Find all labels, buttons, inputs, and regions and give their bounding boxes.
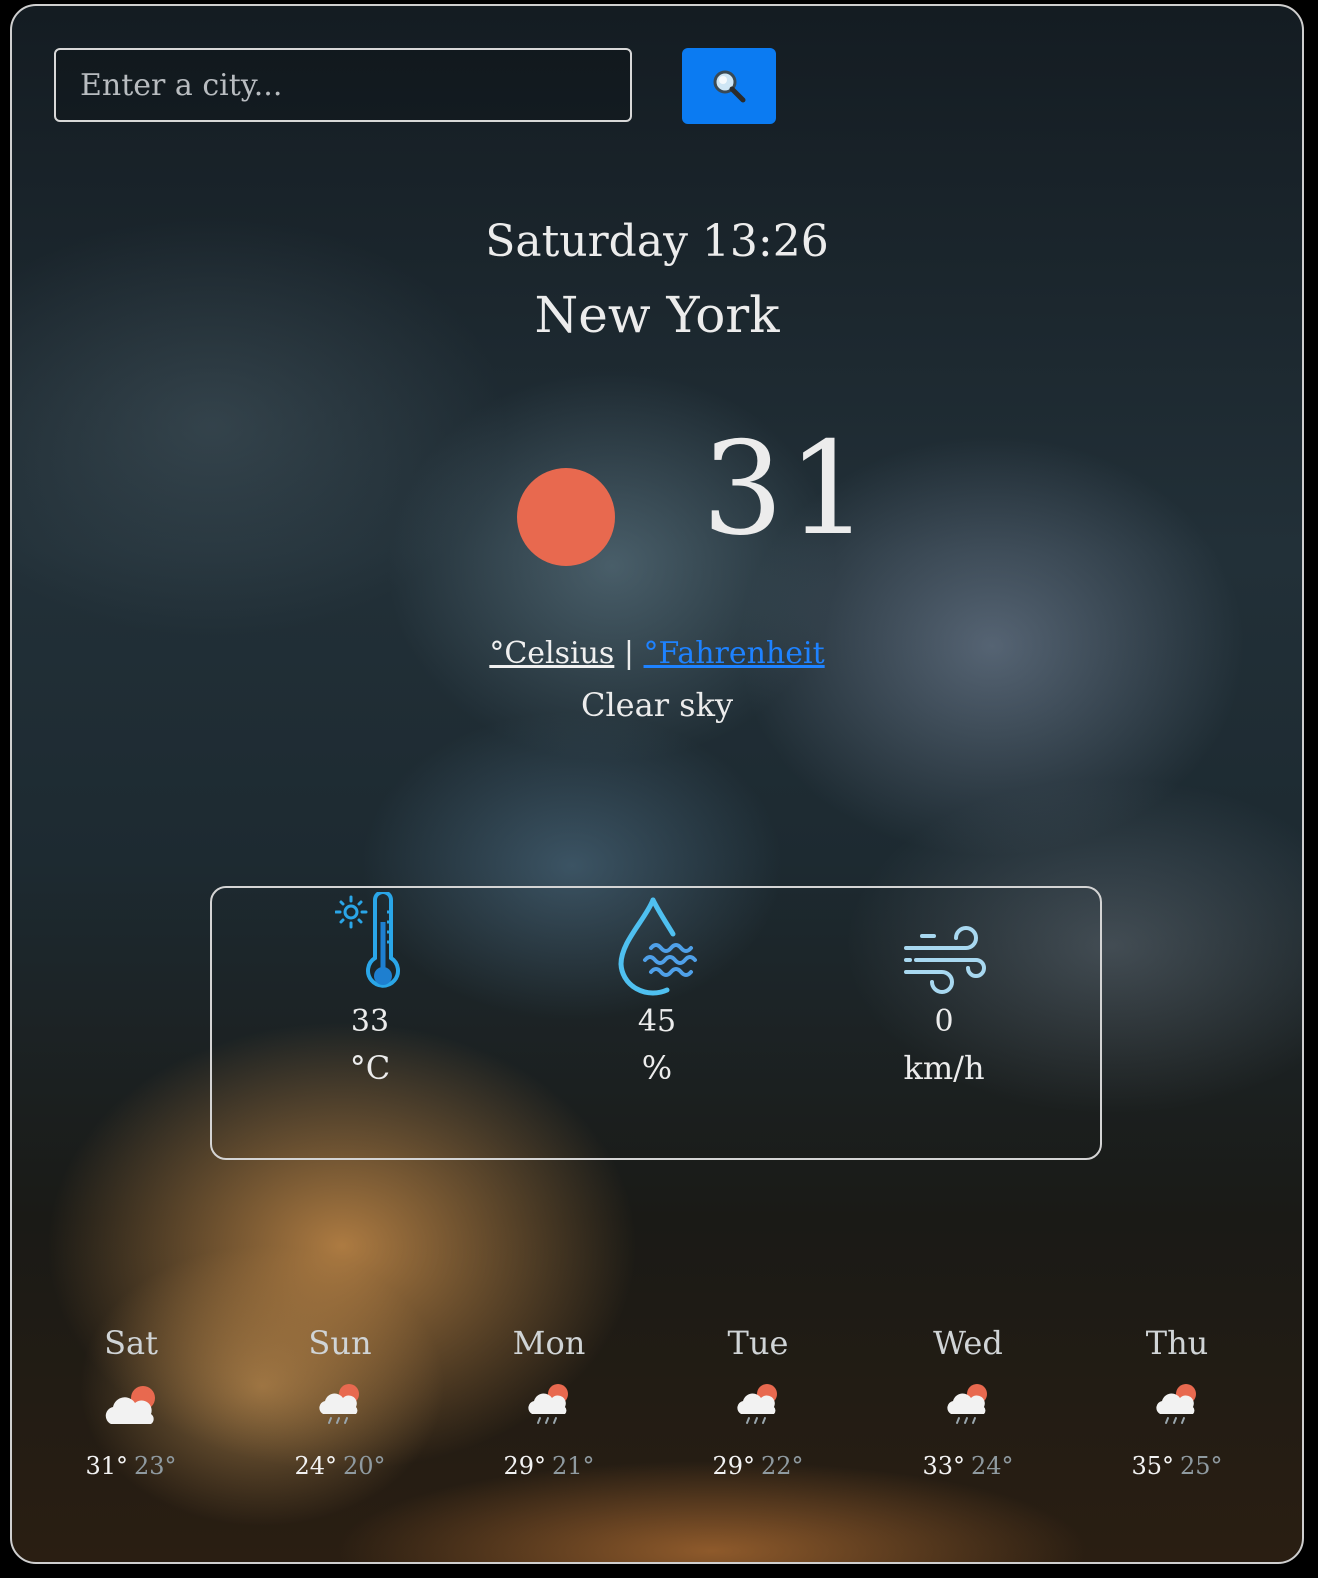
cloud-sun-rain-icon xyxy=(319,1384,359,1424)
forecast-min-temp: 23° xyxy=(134,1452,177,1480)
forecast-day: Mon 29° 21° xyxy=(479,1324,619,1480)
weather-app: Saturday 13:26 New York 31 °Celsius | °F… xyxy=(10,4,1304,1564)
forecast-day: Sat 31° 23° xyxy=(61,1324,201,1480)
unit-switcher: °Celsius | °Fahrenheit xyxy=(12,636,1302,671)
forecast-min-temp: 22° xyxy=(761,1452,804,1480)
forecast-day-name: Thu xyxy=(1145,1324,1209,1362)
forecast-day-name: Tue xyxy=(727,1324,789,1362)
cloud-sun-icon xyxy=(105,1386,155,1424)
cloud-sun-rain-icon xyxy=(737,1384,777,1424)
current-temperature: 31 xyxy=(702,415,873,564)
forecast-max-temp: 29° xyxy=(712,1452,755,1480)
forecast-day: Wed 33° 24° xyxy=(898,1324,1038,1480)
forecast-day-name: Sat xyxy=(104,1324,158,1362)
forecast-max-temp: 35° xyxy=(1131,1452,1174,1480)
forecast-min-temp: 25° xyxy=(1180,1452,1223,1480)
forecast-max-temp: 31° xyxy=(85,1452,128,1480)
feels-like-unit: °C xyxy=(349,1049,391,1087)
cloud-sun-rain-icon xyxy=(1156,1384,1196,1424)
forecast-max-temp: 24° xyxy=(294,1452,337,1480)
wind-detail: 0 km/h xyxy=(844,888,1044,1087)
sun-icon xyxy=(517,468,615,566)
search-button[interactable] xyxy=(682,48,776,124)
wind-icon xyxy=(904,926,986,994)
forecast-day-name: Mon xyxy=(512,1324,586,1362)
wind-value: 0 xyxy=(934,1004,954,1039)
wind-unit: km/h xyxy=(903,1049,985,1087)
feels-like-detail: 33 °C xyxy=(270,888,470,1087)
forecast-min-temp: 24° xyxy=(971,1452,1014,1480)
unit-separator: | xyxy=(623,636,634,671)
humidity-detail: 45 % xyxy=(557,888,757,1087)
humidity-unit: % xyxy=(641,1049,673,1087)
forecast-min-temp: 20° xyxy=(343,1452,386,1480)
forecast-day-name: Sun xyxy=(308,1324,372,1362)
weather-description: Clear sky xyxy=(580,686,734,724)
feels-like-value: 33 xyxy=(350,1004,390,1039)
forecast-min-temp: 21° xyxy=(552,1452,595,1480)
humidity-value: 45 xyxy=(637,1004,677,1039)
thermometer-sun-icon xyxy=(335,892,400,988)
forecast-day: Sun 24° 20° xyxy=(270,1324,410,1480)
forecast-max-temp: 33° xyxy=(922,1452,965,1480)
magnifier-icon xyxy=(713,70,746,103)
city-search-input[interactable] xyxy=(54,48,632,122)
humidity-drop-icon xyxy=(618,897,697,996)
celsius-link[interactable]: °Celsius xyxy=(489,636,614,671)
city-name: New York xyxy=(534,286,780,344)
forecast-max-temp: 29° xyxy=(503,1452,546,1480)
current-datetime: Saturday 13:26 xyxy=(485,216,829,267)
forecast-day: Tue 29° 22° xyxy=(688,1324,828,1480)
weather-details-panel: 33 °C 45 % 0 km/h xyxy=(210,886,1102,1160)
forecast-day: Thu 35° 25° xyxy=(1107,1324,1247,1480)
fahrenheit-link[interactable]: °Fahrenheit xyxy=(644,636,825,671)
cloud-sun-rain-icon xyxy=(528,1384,568,1424)
cloud-sun-rain-icon xyxy=(947,1384,987,1424)
forecast-day-name: Wed xyxy=(933,1324,1003,1362)
